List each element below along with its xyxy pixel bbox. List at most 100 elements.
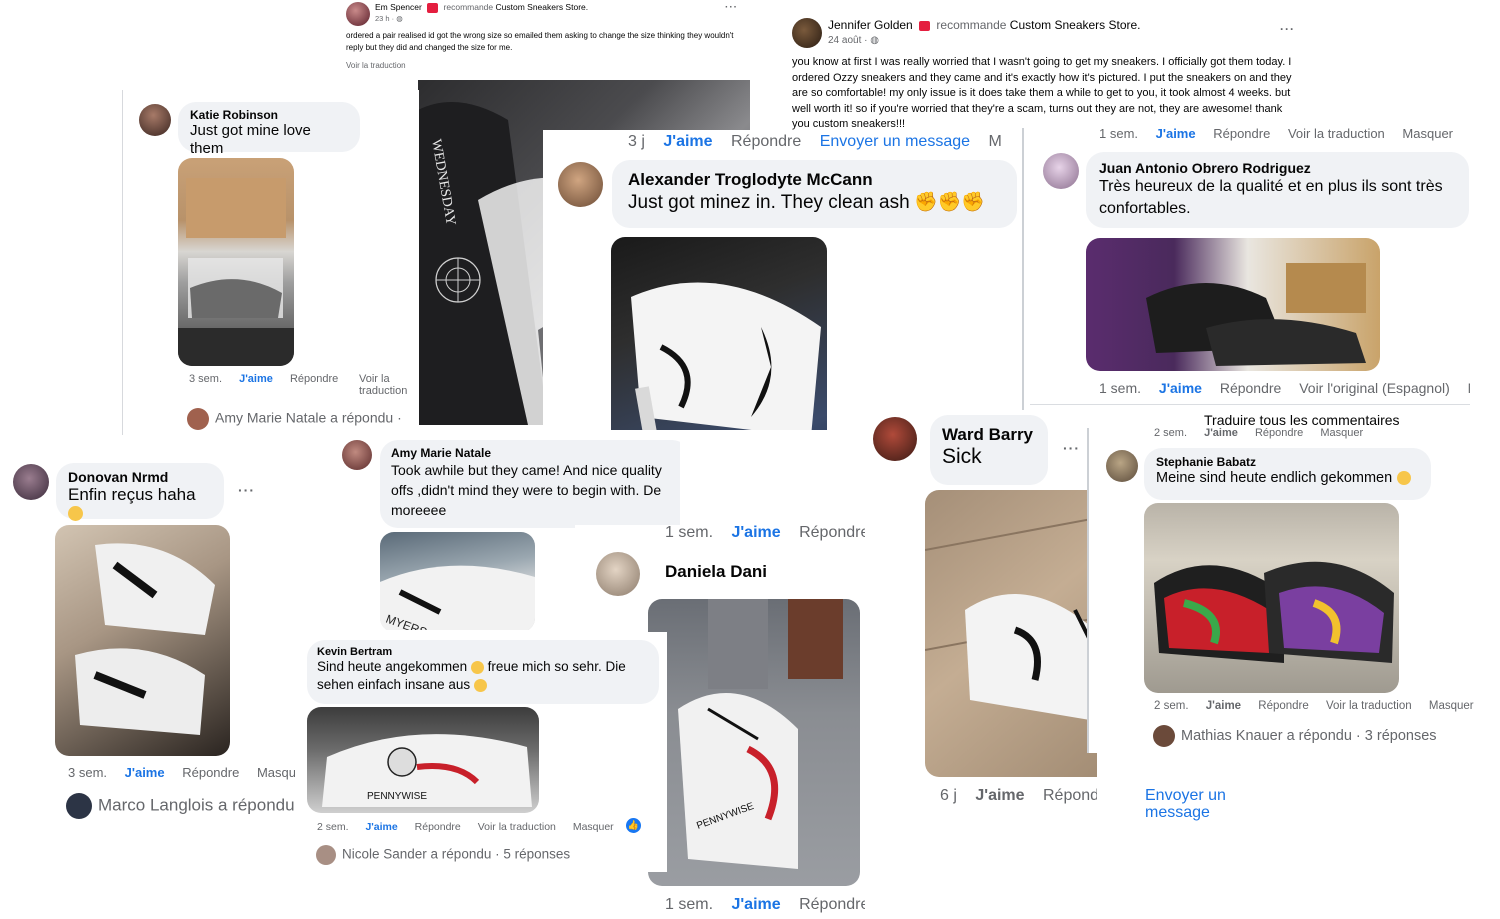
reply-button[interactable]: Répondre (731, 133, 801, 150)
comment-photo[interactable] (55, 525, 230, 756)
store-link[interactable]: Custom Sneakers Store. (1010, 18, 1141, 32)
replies-text: Marco Langlois a répondu (98, 795, 295, 815)
comment-time[interactable]: 3 j (628, 133, 645, 150)
post-time[interactable]: 24 août · (828, 35, 867, 46)
post-author[interactable]: Jennifer Golden (828, 18, 913, 32)
comment-photo[interactable] (611, 237, 827, 430)
translate-link[interactable]: Voir la traduction (359, 373, 419, 397)
reply-button[interactable]: Répondre (1220, 380, 1282, 396)
sweat-smile-emoji-icon (68, 506, 83, 522)
comment-actions: 1 sem. J'aime Répondre Voir l'original (… (1099, 380, 1470, 396)
comment-time[interactable]: 1 sem. (1099, 380, 1141, 396)
avatar[interactable] (1106, 450, 1138, 482)
commenter-name[interactable]: Kevin Bertram (317, 646, 649, 658)
post-time[interactable]: 23 h · (375, 14, 394, 23)
like-button[interactable]: J'aime (239, 373, 273, 385)
commenter-name[interactable]: Juan Antonio Obrero Rodriguez (1099, 160, 1456, 176)
like-button[interactable]: J'aime (1206, 700, 1241, 712)
avatar[interactable] (13, 464, 49, 500)
like-button[interactable]: J'aime (1156, 128, 1196, 141)
hide-link[interactable]: Masquer (1320, 428, 1363, 439)
replies-summary[interactable]: Marco Langlois a répondu (66, 793, 295, 819)
avatar[interactable] (346, 2, 370, 26)
reply-button[interactable]: Répondre (1213, 128, 1270, 141)
reply-button[interactable]: Répondre (1043, 787, 1097, 804)
comment-photo[interactable] (925, 490, 1097, 777)
comment-time[interactable]: 3 sem. (68, 765, 107, 780)
like-button[interactable]: J'aime (975, 787, 1024, 804)
post-author[interactable]: Em Spencer (375, 2, 422, 12)
comment-photo[interactable] (1144, 503, 1399, 693)
translate-link[interactable]: Voir la traduction (1326, 700, 1412, 712)
more-options-icon[interactable]: ··· (1063, 440, 1080, 456)
like-button[interactable]: J'aime (731, 525, 780, 541)
commenter-name[interactable]: Alexander Troglodyte McCann (628, 170, 1001, 190)
send-message-link[interactable]: Envoyer un message (820, 133, 970, 150)
comment-photo[interactable]: PENNYWISE (307, 707, 539, 813)
comment-time[interactable]: 6 j (940, 787, 957, 804)
store-link[interactable]: Custom Sneakers Store. (496, 2, 589, 12)
like-button[interactable]: J'aime (731, 896, 780, 913)
comment-actions-top: 2 sem. J'aime Répondre Masquer (1154, 428, 1377, 439)
reply-button[interactable]: Répondre (1255, 428, 1303, 439)
like-reaction-icon[interactable]: 👍 (626, 818, 641, 833)
replies-text: Mathias Knauer a répondu · 3 réponses (1181, 727, 1437, 744)
comment-time[interactable]: 3 sem. (189, 373, 222, 385)
more-options-icon[interactable]: ··· (725, 2, 738, 13)
like-button[interactable]: J'aime (1159, 380, 1202, 396)
commenter-name[interactable]: Ward Barry (942, 425, 1036, 445)
translate-link[interactable]: Voir la traduction (346, 61, 406, 70)
avatar[interactable] (873, 417, 917, 461)
comment-time[interactable]: 2 sem. (317, 821, 349, 833)
reply-button[interactable]: Répondre (799, 896, 865, 913)
like-button[interactable]: J'aime (663, 133, 712, 150)
hide-link[interactable]: Masquer (1402, 128, 1453, 141)
replies-summary[interactable]: Nicole Sander a répondu · 5 réponses (316, 845, 570, 865)
comment-bubble: Stephanie Babatz Meine sind heute endlic… (1144, 448, 1431, 500)
more-options-icon[interactable]: ··· (238, 482, 255, 498)
avatar[interactable] (342, 440, 372, 470)
comment-time[interactable]: 1 sem. (665, 896, 713, 913)
reply-button[interactable]: Répondre (799, 525, 865, 541)
avatar[interactable] (1043, 153, 1079, 189)
like-button[interactable]: J'aime (125, 765, 165, 780)
replies-summary[interactable]: Mathias Knauer a répondu · 3 réponses (1153, 725, 1437, 747)
translate-all-comments-link[interactable]: Traduire tous les commentaires (1204, 412, 1400, 428)
comment-time[interactable]: 1 sem. (665, 525, 713, 541)
reply-button[interactable]: Répondre (182, 765, 239, 780)
translate-link[interactable]: Voir la traduction (478, 821, 556, 833)
like-button[interactable]: J'aime (365, 821, 397, 833)
comment-photo[interactable]: MYERS (380, 532, 535, 630)
avatar[interactable] (792, 18, 822, 48)
more-link[interactable]: M (1468, 380, 1470, 396)
hide-link[interactable]: Masquer (1429, 700, 1474, 712)
comment-time[interactable]: 2 sem. (1154, 700, 1189, 712)
see-original-link[interactable]: Voir l'original (Espagnol) (1299, 380, 1450, 396)
hide-link[interactable]: Masqu (257, 765, 296, 780)
comment-time[interactable]: 2 sem. (1154, 428, 1187, 439)
send-message-link-overflow[interactable]: Envoyer un message (1145, 787, 1265, 821)
avatar[interactable] (596, 552, 640, 596)
translate-link[interactable]: Voir la traduction (1288, 128, 1385, 141)
commenter-name[interactable]: Stephanie Babatz (1156, 455, 1419, 469)
more-options-icon[interactable]: ··· (1280, 22, 1295, 36)
like-button[interactable]: J'aime (1204, 428, 1238, 439)
more-link[interactable]: M (988, 133, 1001, 150)
commenter-name[interactable]: Katie Robinson (190, 108, 348, 122)
avatar[interactable] (558, 162, 603, 207)
commenter-name[interactable]: Daniela Dani (665, 562, 767, 582)
commenter-name[interactable]: Amy Marie Natale (391, 446, 679, 460)
comment-time[interactable]: 1 sem. (1099, 128, 1138, 141)
reply-button[interactable]: Répondre (1258, 700, 1309, 712)
commenter-name[interactable]: Donovan Nrmd (68, 469, 212, 485)
reply-button[interactable]: Répondre (415, 821, 461, 833)
replies-summary[interactable]: Amy Marie Natale a répondu · (187, 408, 402, 430)
comment-text: freue mich so sehr. Die (487, 659, 626, 674)
comment-photo[interactable]: PENNYWISE (648, 599, 860, 886)
avatar[interactable] (139, 104, 171, 136)
comment-photo[interactable] (178, 158, 294, 366)
comment-photo[interactable] (1086, 238, 1380, 371)
reply-button[interactable]: Répondre (290, 373, 338, 385)
hide-link[interactable]: Masquer (573, 821, 614, 833)
smile-emoji-icon (1396, 470, 1411, 485)
